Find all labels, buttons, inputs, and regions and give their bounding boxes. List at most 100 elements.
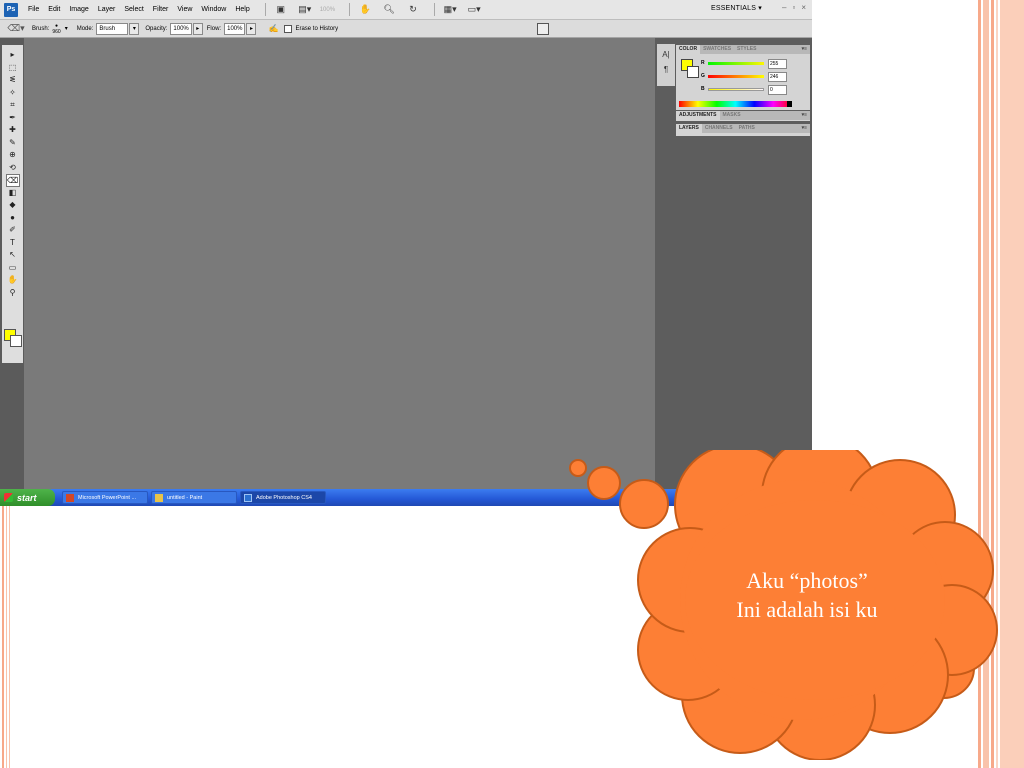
tab-styles[interactable]: STYLES <box>734 45 759 54</box>
adjustments-panel-tabs: ADJUSTMENTS MASKS ▾≡ <box>676 111 810 120</box>
flow-slider-icon[interactable]: ▸ <box>246 22 257 35</box>
tab-color[interactable]: COLOR <box>676 45 701 54</box>
pen-tool-icon[interactable]: ✐ <box>6 224 20 237</box>
menu-view[interactable]: View <box>177 6 192 13</box>
photoshop-task-icon <box>244 493 252 502</box>
task-powerpoint[interactable]: Microsoft PowerPoint ... <box>62 491 148 504</box>
red-value-input[interactable]: 255 <box>768 59 787 69</box>
layers-panel: LAYERS CHANNELS PATHS ▾≡ <box>676 124 810 136</box>
path-selection-tool-icon[interactable]: ↖ <box>6 249 20 262</box>
arrange-documents-icon[interactable]: ▦▾ <box>441 3 459 16</box>
tab-paths[interactable]: PATHS <box>736 124 758 133</box>
layers-menu-icon[interactable]: ▾≡ <box>799 124 810 133</box>
workspace-label: ESSENTIALS <box>710 5 757 12</box>
hand-icon[interactable]: ✋ <box>356 3 374 16</box>
spectrum-black-white[interactable] <box>787 101 792 107</box>
type-tool-icon[interactable]: T <box>6 237 20 250</box>
paragraph-panel-icon[interactable]: ¶ <box>664 65 668 74</box>
marquee-tool-icon[interactable]: ⬚ <box>6 62 20 75</box>
flow-input[interactable]: 100% <box>224 22 246 35</box>
gradient-tool-icon[interactable]: ◧ <box>6 187 20 200</box>
brush-dropdown-icon[interactable]: ▾ <box>65 25 68 32</box>
menu-bar: Ps File Edit Image Layer Select Filter View Win… <box>0 0 812 20</box>
mode-dropdown-icon[interactable]: ▾ <box>129 22 140 35</box>
menu-image[interactable]: Image <box>69 6 88 13</box>
rotate-view-icon[interactable]: ↻ <box>404 3 422 16</box>
thought-bubble-text: Aku “photos” Ini adalah isi ku <box>672 566 942 624</box>
window-controls: – ▫ × <box>782 3 806 12</box>
collapsed-panel-icons: A| ¶ <box>657 44 675 86</box>
color-panel-background-swatch[interactable] <box>687 66 699 78</box>
windows-logo-icon <box>4 493 13 502</box>
minimize-button[interactable]: – <box>782 3 786 12</box>
lasso-tool-icon[interactable]: ᓬ <box>6 74 20 87</box>
erase-to-history-checkbox[interactable] <box>284 24 293 33</box>
brush-picker[interactable]: ● 960 <box>52 23 60 35</box>
start-button[interactable]: start <box>0 489 55 506</box>
brush-size: 960 <box>52 28 61 35</box>
eyedropper-tool-icon[interactable]: ✒ <box>6 112 20 125</box>
opacity-input[interactable]: 100% <box>170 22 192 35</box>
dodge-tool-icon[interactable]: ● <box>6 212 20 225</box>
red-label: R <box>701 60 705 66</box>
close-button[interactable]: × <box>801 3 806 12</box>
view-extras-icon[interactable]: ▤▾ <box>296 3 314 16</box>
green-slider[interactable] <box>708 75 764 78</box>
blue-value-input[interactable]: 0 <box>768 85 787 95</box>
menu-edit[interactable]: Edit <box>48 6 60 13</box>
menu-file[interactable]: File <box>28 6 39 13</box>
brush-label: Brush: <box>32 25 50 32</box>
character-panel-icon[interactable]: A| <box>662 50 669 59</box>
color-panel-tabs: COLOR SWATCHES STYLES ▾≡ <box>676 45 810 54</box>
healing-brush-tool-icon[interactable]: ✚ <box>6 124 20 137</box>
background-color-swatch[interactable] <box>10 335 22 347</box>
menu-window[interactable]: Window <box>201 6 226 13</box>
mode-select[interactable]: Brush <box>96 22 129 35</box>
screen-mode-icon[interactable]: ▭▾ <box>465 3 483 16</box>
tab-layers[interactable]: LAYERS <box>676 124 702 133</box>
magic-wand-tool-icon[interactable]: ✧ <box>6 87 20 100</box>
photoshop-logo-icon[interactable]: Ps <box>4 2 18 17</box>
hand-tool-icon[interactable]: ✋ <box>6 274 20 287</box>
adjustments-menu-icon[interactable]: ▾≡ <box>799 111 810 120</box>
photoshop-window: Ps File Edit Image Layer Select Filter View Win… <box>0 0 812 489</box>
eraser-tool-icon[interactable]: ⌫ <box>5 174 20 187</box>
history-brush-tool-icon[interactable]: ⟲ <box>6 162 20 175</box>
panel-toggle-icon[interactable] <box>537 23 549 35</box>
zoom-level[interactable]: 100% <box>320 7 335 13</box>
move-tool-icon[interactable]: ▸ <box>6 49 20 62</box>
blue-slider-row: B 0 <box>701 85 809 95</box>
bridge-icon[interactable]: ▣ <box>272 3 290 16</box>
red-slider[interactable] <box>708 62 764 65</box>
menu-filter[interactable]: Filter <box>153 6 169 13</box>
brush-tool-icon[interactable]: ✎ <box>6 137 20 150</box>
zoom-tool-icon[interactable]: ⚲ <box>6 287 20 300</box>
tab-masks[interactable]: MASKS <box>720 111 744 120</box>
task-label: Adobe Photoshop CS4 <box>256 494 312 501</box>
blur-tool-icon[interactable]: ◆ <box>6 199 20 212</box>
tab-channels[interactable]: CHANNELS <box>702 124 736 133</box>
shape-tool-icon[interactable]: ▭ <box>6 262 20 275</box>
crop-tool-icon[interactable]: ⌗ <box>6 99 20 112</box>
restore-button[interactable]: ▫ <box>792 3 795 12</box>
document-canvas-area[interactable] <box>24 38 655 489</box>
green-value-input[interactable]: 246 <box>768 72 787 82</box>
menu-layer[interactable]: Layer <box>98 6 116 13</box>
options-bar: ⌫▾ Brush: ● 960 ▾ Mode: Brush ▾ Opacity:… <box>0 20 812 38</box>
workspace-switcher[interactable]: ESSENTIALS ▾ <box>711 4 762 12</box>
opacity-slider-icon[interactable]: ▸ <box>192 22 203 35</box>
task-label: Microsoft PowerPoint ... <box>78 494 137 501</box>
tab-adjustments[interactable]: ADJUSTMENTS <box>676 111 720 120</box>
blue-slider[interactable] <box>708 88 764 91</box>
menu-select[interactable]: Select <box>124 6 143 13</box>
menu-help[interactable]: Help <box>235 6 249 13</box>
color-spectrum-bar[interactable] <box>679 101 792 107</box>
task-photoshop[interactable]: Adobe Photoshop CS4 <box>240 491 326 504</box>
zoom-icon[interactable]: 🔍︎ <box>380 3 398 16</box>
eraser-preset-icon[interactable]: ⌫▾ <box>7 23 24 35</box>
clone-stamp-tool-icon[interactable]: ⊕ <box>6 149 20 162</box>
task-paint[interactable]: untitled - Paint <box>151 491 237 504</box>
panel-menu-icon[interactable]: ▾≡ <box>799 45 810 54</box>
airbrush-icon[interactable]: ✍ <box>268 24 278 33</box>
tab-swatches[interactable]: SWATCHES <box>700 45 734 54</box>
